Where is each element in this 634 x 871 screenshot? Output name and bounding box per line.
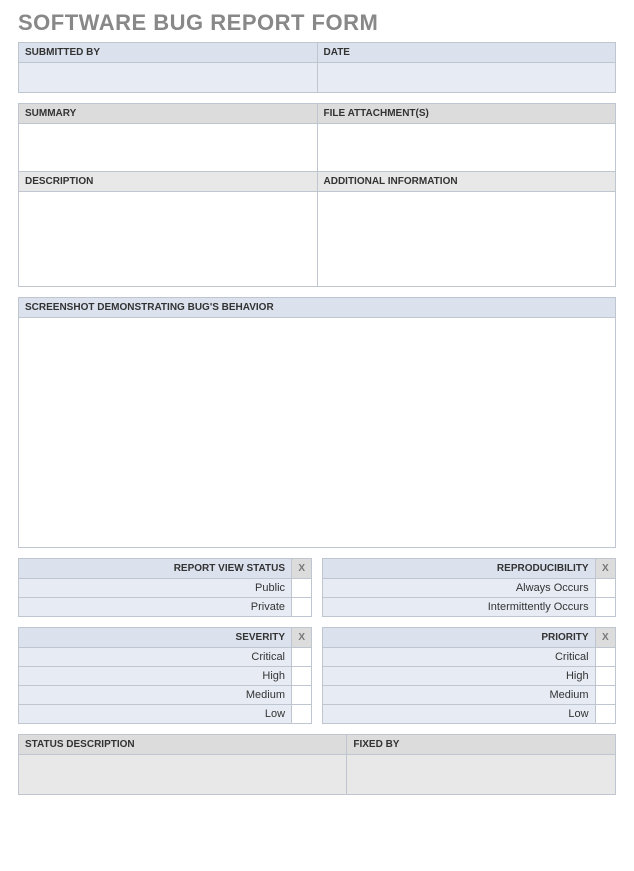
severity-priority-table: SEVERITY X PRIORITY X Critical Critical … [18, 627, 616, 724]
file-attachment-field[interactable] [317, 124, 616, 172]
summary-header: SUMMARY [19, 104, 318, 124]
severity-medium-label: Medium [19, 686, 292, 705]
description-header: DESCRIPTION [19, 172, 318, 192]
reproducibility-x-header: X [595, 559, 615, 579]
severity-low-checkbox[interactable] [292, 705, 312, 724]
priority-critical-checkbox[interactable] [595, 648, 615, 667]
severity-header: SEVERITY [19, 628, 292, 648]
severity-critical-checkbox[interactable] [292, 648, 312, 667]
view-status-reproducibility-table: REPORT VIEW STATUS X REPRODUCIBILITY X P… [18, 558, 616, 617]
additional-info-header: ADDITIONAL INFORMATION [317, 172, 616, 192]
view-status-public-checkbox[interactable] [292, 579, 312, 598]
file-attachment-header: FILE ATTACHMENT(S) [317, 104, 616, 124]
page-title: SOFTWARE BUG REPORT FORM [18, 10, 616, 36]
reproducibility-intermittent-label: Intermittently Occurs [322, 598, 595, 617]
severity-x-header: X [292, 628, 312, 648]
status-description-field[interactable] [19, 755, 347, 795]
submitted-date-table: SUBMITTED BY DATE [18, 42, 616, 93]
fixed-by-header: FIXED BY [347, 735, 616, 755]
reproducibility-header: REPRODUCIBILITY [322, 559, 595, 579]
fixed-by-field[interactable] [347, 755, 616, 795]
additional-info-field[interactable] [317, 192, 616, 287]
submitted-by-field[interactable] [19, 63, 318, 93]
reproducibility-always-label: Always Occurs [322, 579, 595, 598]
priority-medium-checkbox[interactable] [595, 686, 615, 705]
view-status-header: REPORT VIEW STATUS [19, 559, 292, 579]
severity-high-checkbox[interactable] [292, 667, 312, 686]
status-table: STATUS DESCRIPTION FIXED BY [18, 734, 616, 795]
reproducibility-intermittent-checkbox[interactable] [595, 598, 615, 617]
priority-header: PRIORITY [322, 628, 595, 648]
severity-high-label: High [19, 667, 292, 686]
submitted-by-header: SUBMITTED BY [19, 43, 318, 63]
summary-field[interactable] [19, 124, 318, 172]
severity-critical-label: Critical [19, 648, 292, 667]
priority-high-label: High [322, 667, 595, 686]
view-status-private-label: Private [19, 598, 292, 617]
priority-low-checkbox[interactable] [595, 705, 615, 724]
view-status-x-header: X [292, 559, 312, 579]
screenshot-header: SCREENSHOT DEMONSTRATING BUG'S BEHAVIOR [19, 298, 616, 318]
summary-table: SUMMARY FILE ATTACHMENT(S) DESCRIPTION A… [18, 103, 616, 287]
date-field[interactable] [317, 63, 616, 93]
screenshot-field[interactable] [19, 318, 616, 548]
screenshot-table: SCREENSHOT DEMONSTRATING BUG'S BEHAVIOR [18, 297, 616, 548]
reproducibility-always-checkbox[interactable] [595, 579, 615, 598]
description-field[interactable] [19, 192, 318, 287]
priority-low-label: Low [322, 705, 595, 724]
priority-high-checkbox[interactable] [595, 667, 615, 686]
view-status-private-checkbox[interactable] [292, 598, 312, 617]
view-status-public-label: Public [19, 579, 292, 598]
priority-medium-label: Medium [322, 686, 595, 705]
status-description-header: STATUS DESCRIPTION [19, 735, 347, 755]
severity-medium-checkbox[interactable] [292, 686, 312, 705]
severity-low-label: Low [19, 705, 292, 724]
date-header: DATE [317, 43, 616, 63]
priority-critical-label: Critical [322, 648, 595, 667]
priority-x-header: X [595, 628, 615, 648]
